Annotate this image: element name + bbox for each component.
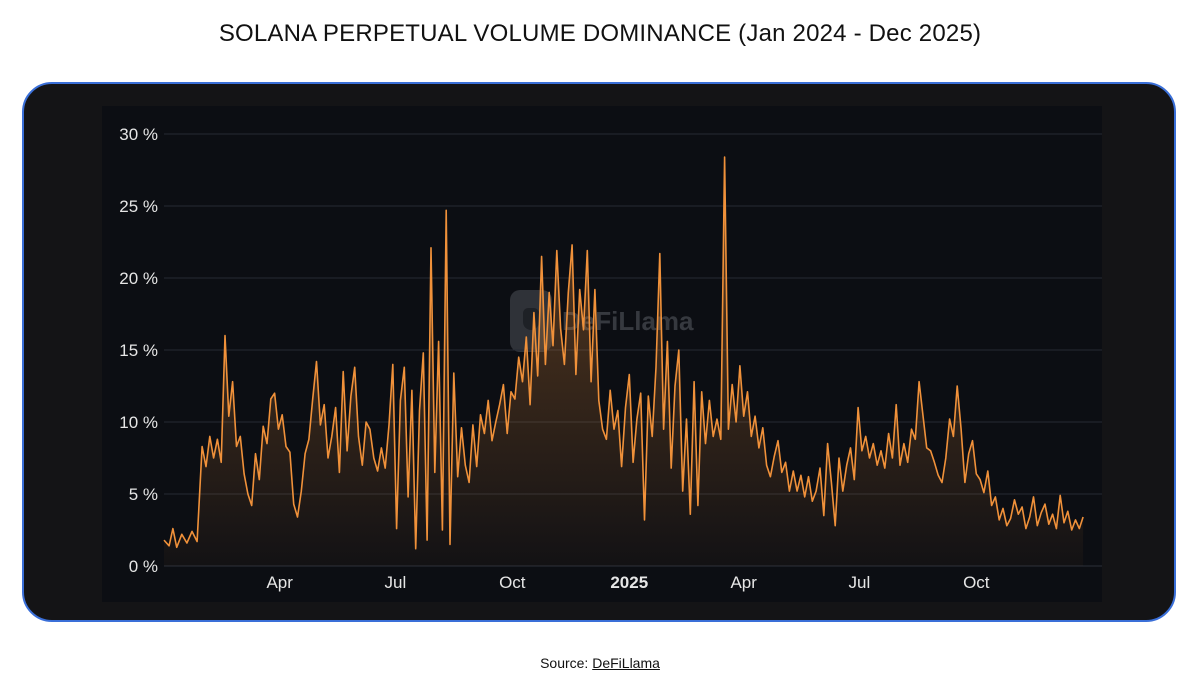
x-tick-label: Oct: [963, 573, 990, 592]
x-tick-label: 2025: [610, 573, 648, 592]
y-tick-label: 0 %: [129, 557, 158, 576]
y-tick-label: 15 %: [119, 341, 158, 360]
x-tick-label: Apr: [730, 573, 757, 592]
series-area: [164, 157, 1084, 566]
y-tick-label: 5 %: [129, 485, 158, 504]
x-tick-label: Jul: [848, 573, 870, 592]
source-prefix: Source:: [540, 655, 593, 671]
x-tick-label: Oct: [499, 573, 526, 592]
y-tick-label: 30 %: [119, 125, 158, 144]
source-link[interactable]: DeFiLlama: [592, 655, 660, 671]
x-tick-label: Jul: [384, 573, 406, 592]
page-title: SOLANA PERPETUAL VOLUME DOMINANCE (Jan 2…: [218, 20, 982, 47]
y-tick-label: 25 %: [119, 197, 158, 216]
chart-panel: DeFiLlama 0 % 5 % 10 % 15 % 20 % 25 % 30 % Apr…: [22, 82, 1176, 622]
y-tick-label: 20 %: [119, 269, 158, 288]
source-line: Source: DeFiLlama: [0, 655, 1200, 671]
y-tick-label: 10 %: [119, 413, 158, 432]
dominance-chart: 0 % 5 % 10 % 15 % 20 % 25 % 30 % Apr Jul Oct 2025…: [119, 125, 1102, 592]
x-tick-label: Apr: [266, 573, 293, 592]
